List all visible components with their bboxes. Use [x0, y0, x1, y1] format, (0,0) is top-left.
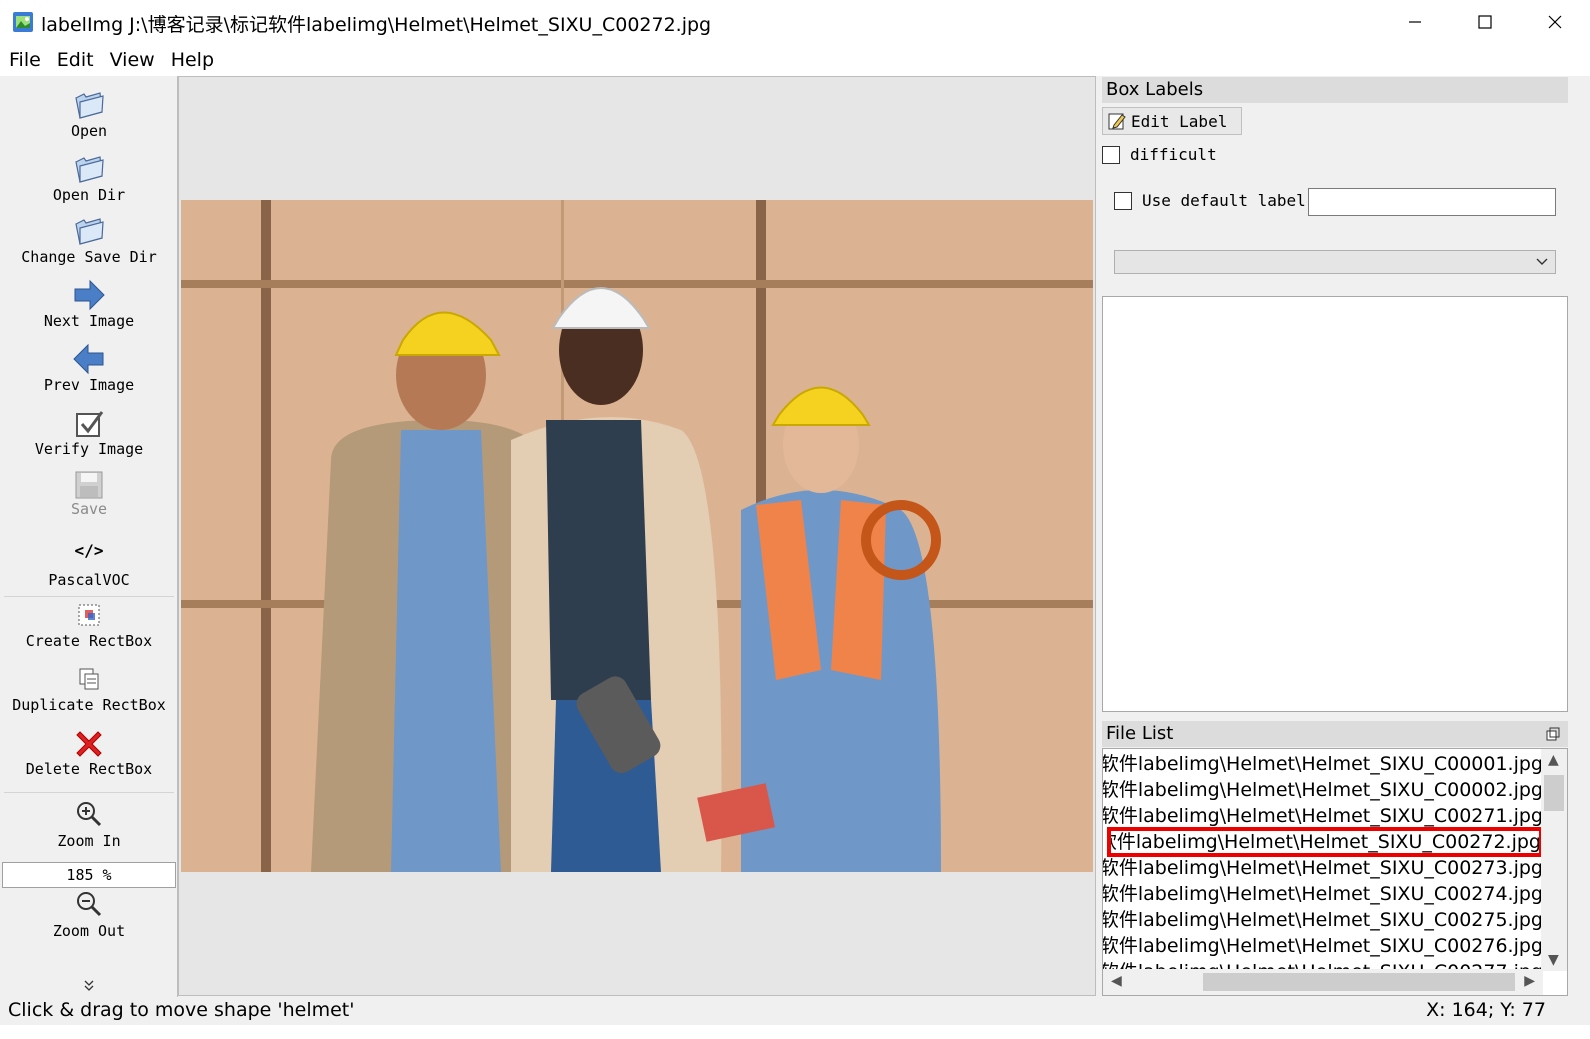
image-canvas[interactable]	[178, 76, 1096, 996]
checkbox-icon	[76, 411, 104, 437]
file-list[interactable]: J:\博客记录\标记软件labelimg\Helmet\Helmet_SIXU_…	[1102, 748, 1568, 996]
create-rectbox-button[interactable]: Create RectBox	[0, 602, 178, 650]
scroll-up-icon[interactable]: ▲	[1548, 752, 1559, 768]
save-button[interactable]: Save	[0, 470, 178, 518]
chevron-down-icon	[84, 980, 94, 991]
file-list-item[interactable]: J:\博客记录\标记软件labelimg\Helmet\Helmet_SIXU_…	[1103, 933, 1543, 959]
change-save-dir-button[interactable]: Change Save Dir	[0, 214, 178, 266]
delete-icon	[76, 731, 102, 757]
toolbar-separator	[4, 792, 174, 793]
close-icon	[1548, 15, 1562, 29]
window-title: labelImg J:\博客记录\标记软件labelimg\Helmet\Hel…	[41, 14, 712, 36]
undock-icon[interactable]	[1546, 727, 1560, 741]
minimize-button[interactable]	[1380, 0, 1450, 44]
scroll-right-icon[interactable]: ▶	[1524, 973, 1535, 989]
verify-image-button[interactable]: Verify Image	[0, 408, 178, 458]
file-list-title: File List	[1102, 721, 1568, 747]
difficult-label: difficult	[1130, 145, 1217, 164]
edit-label-text: Edit Label	[1131, 111, 1228, 131]
duplicate-rectbox-label: Duplicate RectBox	[12, 696, 166, 714]
edit-label-button[interactable]: Edit Label	[1102, 107, 1242, 135]
zoom-in-icon	[77, 802, 102, 827]
create-rectbox-icon	[78, 604, 100, 626]
scroll-left-icon[interactable]: ◀	[1111, 973, 1122, 989]
arrow-right-icon	[74, 279, 105, 311]
minimize-icon	[1409, 21, 1421, 23]
scroll-down-icon[interactable]: ▼	[1548, 952, 1559, 968]
box-labels-title: Box Labels	[1102, 77, 1568, 103]
open-label: Open	[70, 122, 108, 140]
file-list-item[interactable]: J:\博客记录\标记软件labelimg\Helmet\Helmet_SIXU_…	[1103, 803, 1543, 829]
horizontal-scrollbar[interactable]: ◀ ▶	[1103, 969, 1543, 995]
status-bar: Click & drag to move shape 'helmet' X: 1…	[0, 997, 1590, 1025]
format-button[interactable]: </> PascalVOC	[0, 539, 178, 589]
photo-workers-helmets	[181, 200, 1093, 872]
delete-rectbox-label: Delete RectBox	[25, 760, 153, 778]
verify-image-label: Verify Image	[34, 440, 144, 458]
file-list-title-text: File List	[1106, 723, 1174, 744]
duplicate-icon	[79, 668, 99, 690]
scroll-thumb[interactable]	[1544, 775, 1564, 811]
zoom-in-label: Zoom In	[57, 832, 121, 850]
label-combo-box[interactable]	[1114, 250, 1556, 274]
change-save-dir-label: Change Save Dir	[21, 248, 157, 266]
zoom-out-label: Zoom Out	[52, 922, 126, 940]
difficult-checkbox[interactable]	[1102, 146, 1120, 164]
app-icon	[13, 12, 33, 32]
default-label-input[interactable]	[1308, 188, 1556, 216]
next-image-label: Next Image	[43, 312, 135, 330]
menu-bar: File Edit View Help	[0, 44, 1590, 76]
create-rectbox-label: Create RectBox	[25, 632, 153, 650]
menu-file[interactable]: File	[4, 49, 46, 71]
title-bar: labelImg J:\博客记录\标记软件labelimg\Helmet\Hel…	[0, 0, 1590, 44]
menu-edit[interactable]: Edit	[52, 49, 99, 71]
prev-image-button[interactable]: Prev Image	[0, 342, 178, 394]
file-list-item-selected[interactable]: J:\博客记录\标记软件labelimg\Helmet\Helmet_SIXU_…	[1107, 827, 1543, 857]
toolbar: Open Open Dir Change Save Dir Next Image…	[0, 76, 178, 1011]
save-label: Save	[70, 500, 108, 518]
file-list-item[interactable]: J:\博客记录\标记软件labelimg\Helmet\Helmet_SIXU_…	[1103, 855, 1543, 881]
maximize-button[interactable]	[1450, 0, 1520, 44]
use-default-label-text: Use default label	[1142, 191, 1306, 210]
cursor-coordinates: X: 164; Y: 77	[1426, 999, 1546, 1021]
open-dir-button[interactable]: Open Dir	[0, 152, 178, 204]
zoom-out-icon	[77, 892, 102, 917]
code-icon: </>	[74, 541, 104, 560]
label-list[interactable]	[1102, 296, 1568, 712]
zoom-value-field[interactable]: 185 %	[2, 862, 176, 888]
close-button[interactable]	[1520, 0, 1590, 44]
zoom-in-button[interactable]: Zoom In	[0, 800, 178, 850]
next-image-button[interactable]: Next Image	[0, 278, 178, 330]
chevron-down-icon	[1536, 258, 1548, 265]
file-list-item[interactable]: J:\博客记录\标记软件labelimg\Helmet\Helmet_SIXU_…	[1103, 881, 1543, 907]
file-list-item[interactable]: J:\博客记录\标记软件labelimg\Helmet\Helmet_SIXU_…	[1103, 777, 1543, 803]
zoom-out-button[interactable]: Zoom Out	[0, 890, 178, 940]
file-list-item[interactable]: J:\博客记录\标记软件labelimg\Helmet\Helmet_SIXU_…	[1103, 907, 1543, 933]
delete-rectbox-button[interactable]: Delete RectBox	[0, 728, 178, 778]
toolbar-separator	[4, 596, 174, 597]
open-dir-label: Open Dir	[52, 186, 126, 204]
folder-icon	[75, 218, 104, 245]
maximize-icon	[1478, 15, 1492, 29]
scroll-thumb[interactable]	[1203, 973, 1515, 991]
format-label: PascalVOC	[48, 571, 130, 589]
status-message: Click & drag to move shape 'helmet'	[8, 999, 355, 1021]
menu-view[interactable]: View	[105, 49, 160, 71]
open-button[interactable]: Open	[0, 88, 178, 140]
vertical-scrollbar[interactable]: ▲ ▼	[1541, 749, 1567, 971]
duplicate-rectbox-button[interactable]: Duplicate RectBox	[0, 666, 178, 714]
window-bottom-edge	[0, 1025, 1590, 1039]
menu-help[interactable]: Help	[166, 49, 219, 71]
folder-icon	[75, 92, 104, 119]
folder-icon	[75, 156, 104, 183]
pencil-icon	[1108, 113, 1126, 130]
save-icon	[75, 471, 103, 499]
prev-image-label: Prev Image	[43, 376, 135, 394]
file-list-item[interactable]: J:\博客记录\标记软件labelimg\Helmet\Helmet_SIXU_…	[1103, 751, 1543, 777]
use-default-label-checkbox[interactable]	[1114, 192, 1132, 210]
toolbar-more-button[interactable]	[0, 978, 178, 992]
arrow-left-icon	[73, 343, 104, 375]
